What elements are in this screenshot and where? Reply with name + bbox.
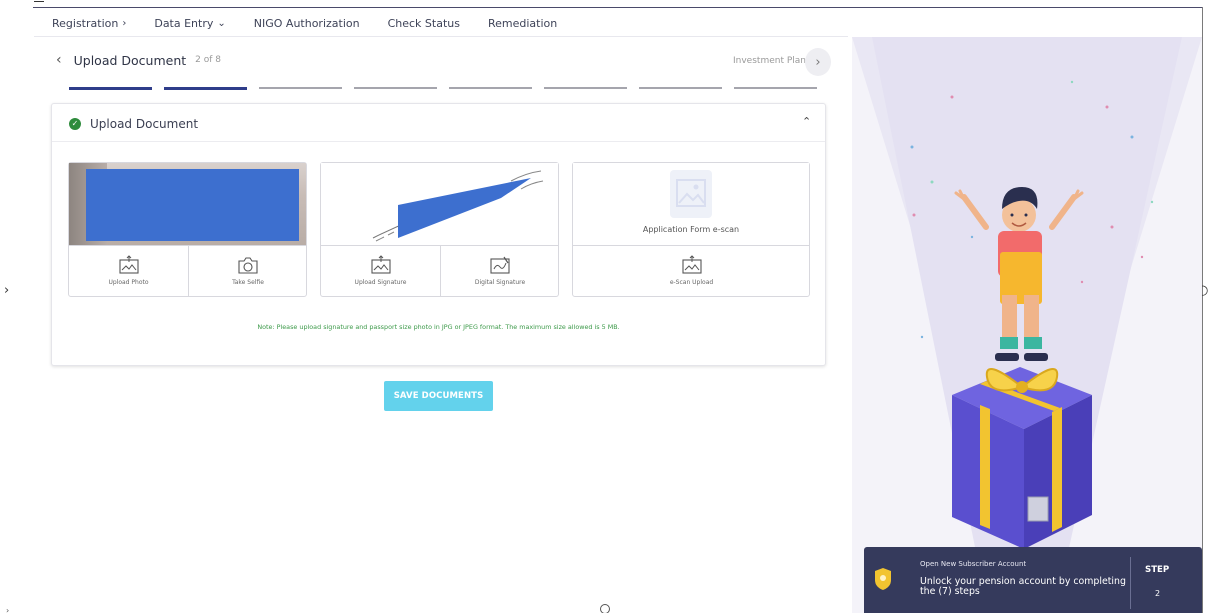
save-documents-button[interactable]: SAVE DOCUMENTS bbox=[384, 381, 493, 411]
banner-divider bbox=[1130, 557, 1131, 609]
shield-badge-icon bbox=[875, 568, 891, 590]
upload-note: Note: Please upload signature and passpo… bbox=[257, 323, 620, 331]
banner-step-label: STEP bbox=[1145, 565, 1170, 575]
photo-redaction bbox=[86, 169, 299, 241]
step-title: Upload Document bbox=[73, 52, 187, 68]
image-placeholder-icon bbox=[670, 170, 712, 218]
chevron-down-icon: ⌄ bbox=[217, 17, 226, 29]
progress-segment bbox=[259, 87, 342, 89]
chevron-right-icon: › bbox=[122, 17, 127, 29]
window-top-border bbox=[33, 7, 1203, 8]
application-form-tile: Application Form e-scan e-Scan Upload bbox=[572, 162, 810, 297]
card-title: Upload Document bbox=[90, 117, 199, 131]
upload-photo-label: Upload Photo bbox=[108, 279, 149, 286]
nav-item-data-entry[interactable]: Data Entry ⌄ bbox=[154, 14, 225, 32]
card-header[interactable]: ✓ Upload Document ⌃ bbox=[52, 104, 825, 142]
nav-item-registration[interactable]: Registration › bbox=[52, 14, 126, 32]
banner-subtitle: Open New Subscriber Account bbox=[920, 560, 1027, 568]
photo-tile: Upload Photo Take Selfie bbox=[68, 162, 307, 297]
next-step-label: Investment Plan bbox=[733, 56, 806, 66]
digital-signature-label: Digital Signature bbox=[474, 279, 526, 286]
nav-divider bbox=[34, 36, 848, 37]
banner-step-value: 2 bbox=[1155, 589, 1161, 598]
nav-item-label: NIGO Authorization bbox=[253, 16, 360, 30]
signature-preview bbox=[321, 163, 558, 246]
banner-message: Unlock your pension account by completin… bbox=[920, 576, 1126, 597]
resize-handle-bottom-left[interactable]: › bbox=[6, 606, 9, 613]
progress-segment bbox=[69, 87, 152, 90]
upload-image-icon bbox=[118, 255, 139, 274]
upload-signature-label: Upload Signature bbox=[354, 279, 407, 286]
chevron-up-icon[interactable]: ⌃ bbox=[802, 115, 811, 128]
signature-scribble bbox=[372, 170, 544, 242]
upload-document-card: ✓ Upload Document ⌃ Upload Photo Take Se… bbox=[51, 103, 826, 366]
next-step-button[interactable]: › bbox=[805, 48, 831, 76]
step-header: ‹ Upload Document 2 of 8 bbox=[56, 52, 221, 68]
nav-item-label: Remediation bbox=[487, 16, 558, 30]
progress-segment bbox=[164, 87, 247, 90]
window-right-border bbox=[1202, 7, 1203, 613]
kid-on-gift-illustration bbox=[852, 37, 1202, 557]
chevron-right-icon: › bbox=[815, 54, 821, 70]
check-circle-icon: ✓ bbox=[69, 118, 81, 130]
nav-item-remediation[interactable]: Remediation bbox=[488, 14, 557, 32]
progress-segment bbox=[734, 87, 817, 89]
upload-image-icon bbox=[370, 255, 391, 274]
chevron-left-icon[interactable]: ‹ bbox=[56, 52, 62, 68]
upload-photo-button[interactable]: Upload Photo bbox=[69, 246, 188, 297]
application-form-preview: Application Form e-scan bbox=[573, 163, 809, 246]
photo-preview bbox=[69, 163, 306, 246]
resize-handle-left[interactable]: › bbox=[4, 283, 9, 298]
progress-segment bbox=[544, 87, 627, 89]
resize-handle-bottom[interactable] bbox=[600, 604, 610, 613]
take-selfie-button[interactable]: Take Selfie bbox=[188, 246, 307, 297]
nav-item-label: Data Entry bbox=[154, 16, 214, 30]
step-count: 2 of 8 bbox=[195, 55, 221, 65]
application-form-caption: Application Form e-scan bbox=[642, 225, 740, 234]
progress-segment bbox=[449, 87, 532, 89]
onboarding-banner: Open New Subscriber Account Unlock your … bbox=[864, 547, 1202, 613]
digital-signature-button[interactable]: Digital Signature bbox=[440, 246, 559, 297]
progress-segment bbox=[639, 87, 722, 89]
upload-image-icon bbox=[681, 255, 702, 274]
illustration-panel bbox=[852, 37, 1202, 613]
e-scan-upload-label: e-Scan Upload bbox=[669, 279, 714, 286]
progress-segment bbox=[354, 87, 437, 89]
nav-item-nigo-authorization[interactable]: NIGO Authorization bbox=[254, 14, 360, 32]
nav-item-label: Registration bbox=[52, 16, 119, 30]
nav-item-label: Check Status bbox=[387, 16, 460, 30]
nav-item-check-status[interactable]: Check Status bbox=[388, 14, 460, 32]
digital-signature-icon bbox=[490, 256, 510, 274]
signature-redaction bbox=[398, 178, 531, 238]
main-nav: Registration › Data Entry ⌄ NIGO Authori… bbox=[52, 14, 585, 32]
e-scan-upload-button[interactable]: e-Scan Upload bbox=[573, 246, 810, 297]
signature-tile: Upload Signature Digital Signature bbox=[320, 162, 559, 297]
upload-signature-button[interactable]: Upload Signature bbox=[321, 246, 440, 297]
camera-icon bbox=[238, 257, 258, 274]
window-dash bbox=[34, 1, 44, 2]
take-selfie-label: Take Selfie bbox=[232, 279, 264, 286]
